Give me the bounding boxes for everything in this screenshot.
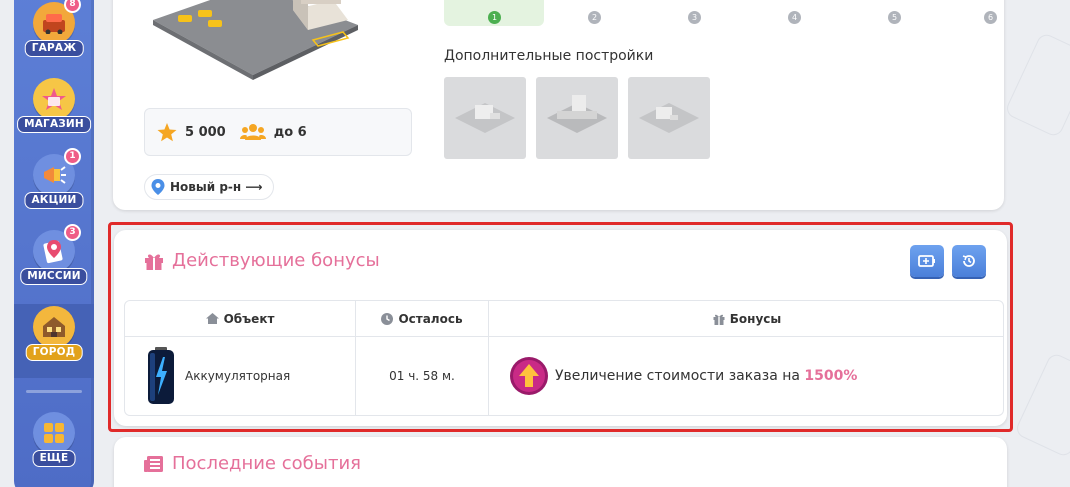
remaining-time: 01 ч. 58 м. [389,369,455,383]
level-number: 3 [688,11,701,24]
newspaper-icon [144,455,163,472]
battery-filter-button[interactable] [910,245,944,277]
sidebar-item-label: ЕЩЕ [32,450,76,467]
building-icon [639,103,699,133]
level-number: 1 [488,11,501,24]
sidebar-item-label: МИССИИ [20,268,88,285]
new-district-label: Новый р-н ⟶ [170,180,263,194]
level-tile-1[interactable]: 1 [444,0,544,26]
table-row: Аккумуляторная 01 ч. 58 м. Увеличение ст… [125,337,1003,415]
column-header-label: Осталось [398,311,463,326]
object-name: Аккумуляторная [185,369,291,383]
history-icon [962,255,975,267]
level-number: 5 [888,11,901,24]
capacity-value: до 6 [273,124,307,140]
latest-events-header: Последние события [144,453,361,474]
home-icon [205,313,219,324]
stars-value: 5 000 [185,124,226,140]
star-icon [157,122,177,141]
active-bonuses-title: Действующие бонусы [172,250,380,271]
column-header-label: Бонусы [729,311,782,326]
city-preview-image [153,0,358,80]
city-stats-box: 5 000 до 6 [144,108,412,156]
background-decoration [1013,351,1070,459]
promotions-badge: 1 [64,148,81,165]
garage-badge: 8 [64,0,81,13]
level-tile-2[interactable]: 2 [544,0,644,26]
column-header-remaining: Осталось [356,301,489,336]
level-number: 6 [984,11,997,24]
active-bonuses-card: Действующие бонусы Объект Осталось Бонус… [114,230,1007,426]
active-bonuses-header: Действующие бонусы [144,250,380,271]
extra-buildings-title: Дополнительные постройки [444,48,654,64]
column-header-label: Объект [223,311,275,326]
bonuses-table: Объект Осталось Бонусы Аккумуляторная 01… [124,300,1004,416]
sidebar-item-shop[interactable]: МАГАЗИН [14,76,94,150]
bonus-text: Увеличение стоимости заказа на [555,368,800,384]
sidebar-item-label: ГОРОД [25,344,83,361]
battery-object-icon [148,347,174,404]
city-icon [33,306,75,348]
building-icon [455,103,515,133]
extra-building-thumb[interactable] [536,77,618,159]
column-header-bonuses: Бонусы [489,301,1003,336]
arrow-up-icon [510,357,548,395]
level-number: 4 [788,11,801,24]
level-tile-5[interactable]: 5 [844,0,944,26]
extra-building-thumb[interactable] [444,77,526,159]
latest-events-card: Последние события [114,437,1007,487]
object-cell: Аккумуляторная [125,337,356,415]
history-button[interactable] [952,245,986,277]
sidebar-nav: 8 ГАРАЖ МАГАЗИН 1 АКЦИИ 3 МИССИИ ГОРОД Е… [14,0,94,487]
new-district-button[interactable]: Новый р-н ⟶ [144,174,274,200]
remaining-cell: 01 ч. 58 м. [356,337,489,415]
gift-icon [145,254,163,270]
level-number: 2 [588,11,601,24]
missions-badge: 3 [64,224,81,241]
battery-icon [918,255,935,267]
bonuses-table-header: Объект Осталось Бонусы [125,301,1003,337]
sidebar-item-label: АКЦИИ [24,192,84,209]
sidebar-item-label: МАГАЗИН [17,116,91,133]
sidebar-divider [26,390,82,393]
latest-events-title: Последние события [172,453,361,474]
background-decoration [1003,31,1070,139]
sidebar-item-garage[interactable]: 8 ГАРАЖ [14,0,94,74]
sidebar-item-more[interactable]: ЕЩЕ [14,410,94,484]
users-icon [239,124,266,140]
bonus-cell: Увеличение стоимости заказа на 1500% [489,337,1003,415]
level-tile-4[interactable]: 4 [744,0,844,26]
level-tile-3[interactable]: 3 [644,0,744,26]
more-grid-icon [33,412,75,454]
city-info-card: 5 000 до 6 Новый р-н ⟶ 1 2 3 4 5 6 Допол… [113,0,1004,210]
extra-building-thumb[interactable] [628,77,710,159]
sidebar-item-missions[interactable]: 3 МИССИИ [14,224,94,302]
bonus-value: 1500% [804,368,858,384]
sidebar-item-city[interactable]: ГОРОД [14,304,94,378]
clock-icon [381,312,394,325]
level-tile-6[interactable]: 6 [944,0,1004,26]
gift-icon [713,314,725,325]
location-pin-icon [151,179,165,195]
column-header-object: Объект [125,301,356,336]
shop-icon [33,78,75,120]
building-icon [547,95,607,133]
bonus-description: Увеличение стоимости заказа на 1500% [555,368,857,384]
sidebar-item-promotions[interactable]: 1 АКЦИИ [14,148,94,226]
sidebar-item-label: ГАРАЖ [24,40,84,57]
